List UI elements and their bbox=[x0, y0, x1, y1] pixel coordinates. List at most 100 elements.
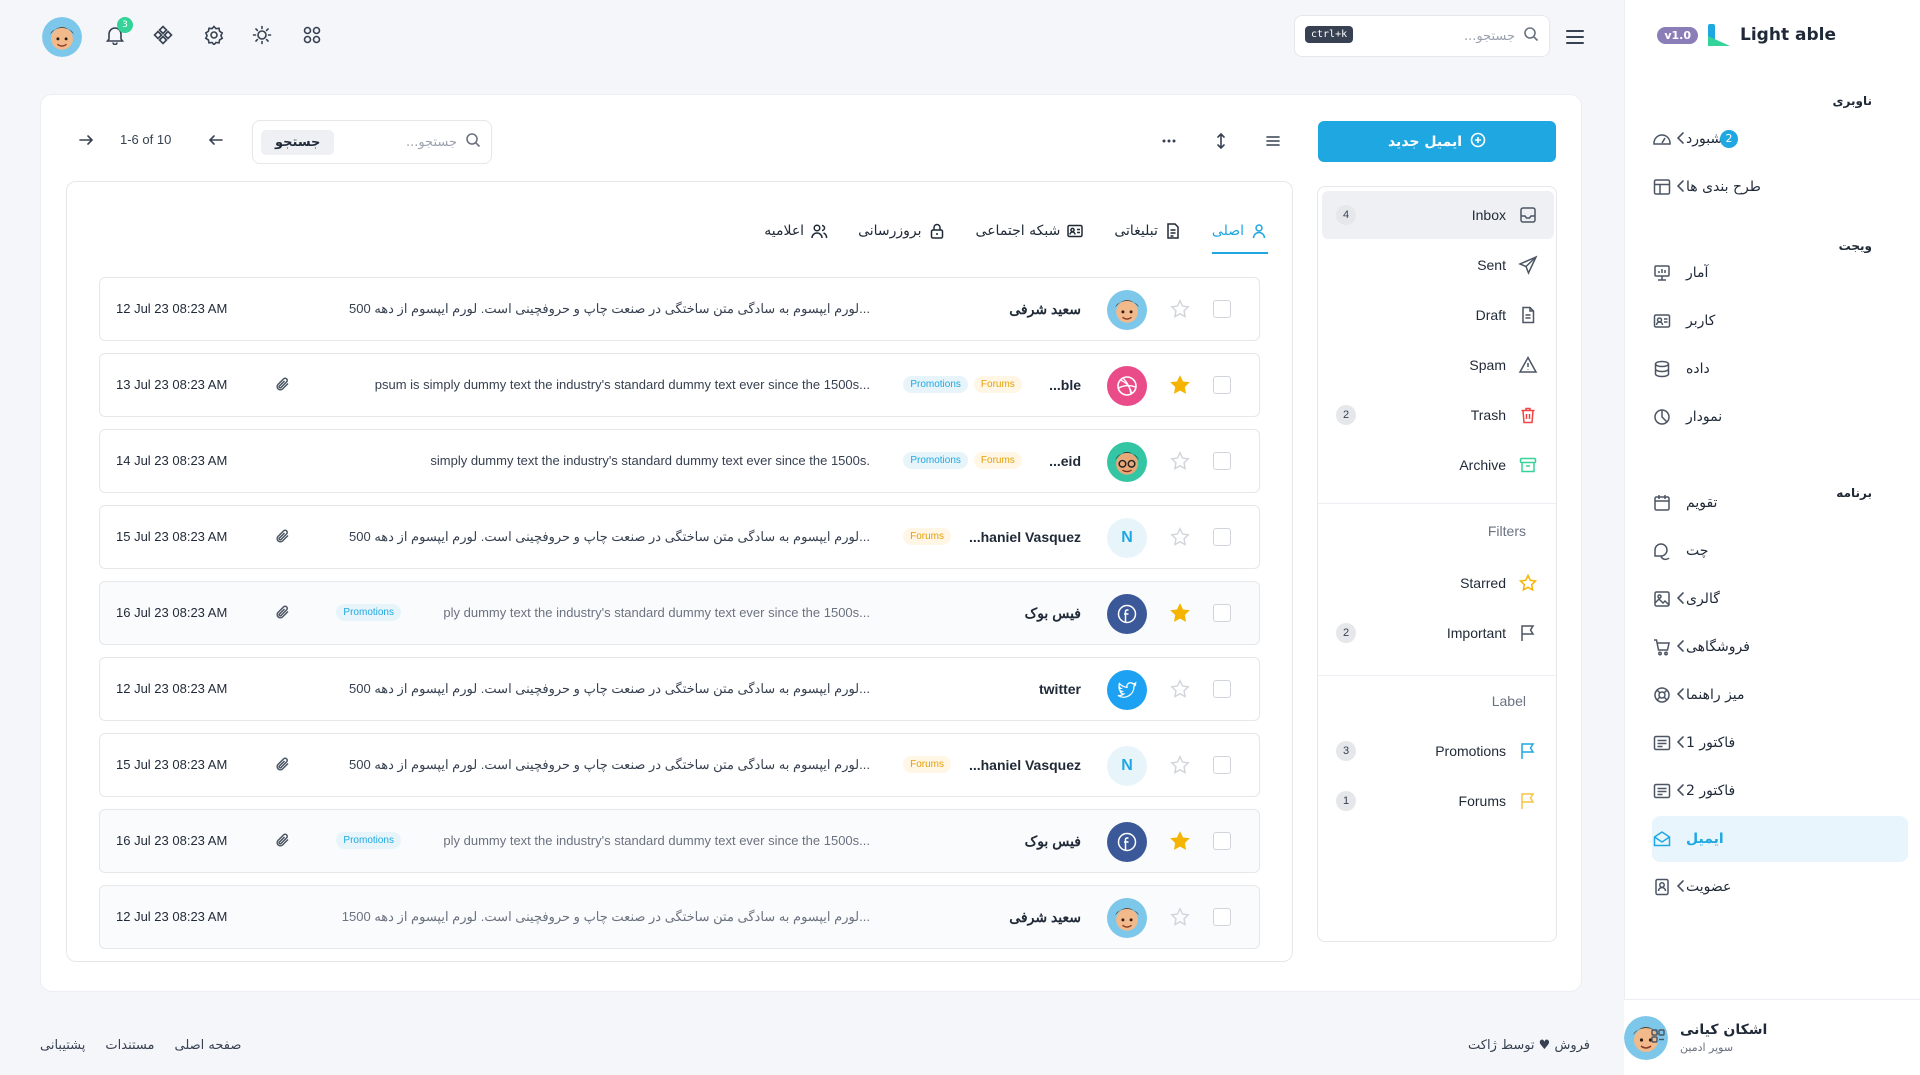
tab-2[interactable]: شبکه اجتماعی bbox=[976, 222, 1085, 254]
row-checkbox[interactable] bbox=[1213, 832, 1231, 850]
mail-search[interactable]: جستجو bbox=[252, 120, 492, 164]
apps-grid-icon[interactable] bbox=[302, 25, 322, 49]
mail-search-button[interactable]: جستجو bbox=[261, 130, 335, 155]
tab-0[interactable]: اصلی bbox=[1211, 222, 1268, 254]
star-filled-icon[interactable] bbox=[1169, 602, 1191, 627]
folder-inbox[interactable]: Inbox 4 bbox=[1322, 191, 1554, 239]
footer-link-support[interactable]: پشتیبانی bbox=[40, 1038, 85, 1053]
mail-row[interactable]: فیس بوک ply dummy text the industry's sta… bbox=[99, 581, 1260, 645]
mail-list-card: اصلی تبلیغاتی شبکه اجتماعی بروزرسانی اعلامیه… bbox=[66, 181, 1293, 962]
star-outline-icon[interactable] bbox=[1169, 298, 1191, 323]
mail-time: 15 Jul 23 08:23 AM bbox=[116, 529, 228, 544]
sidebar-item-chat[interactable]: چت bbox=[1652, 528, 1908, 574]
mail-row[interactable]: سعید شرفی لورم ایپسوم به سادگی متن ساختگی… bbox=[99, 885, 1260, 949]
mail-row[interactable]: فیس بوک ply dummy text the industry's sta… bbox=[99, 809, 1260, 873]
folder-label-promotions[interactable]: Promotions 3 bbox=[1322, 727, 1554, 775]
sidebar-item-invoice[interactable]: فاکتور 1 bbox=[1652, 720, 1908, 766]
sidebar-user[interactable]: اشکان کیانی سوپر ادمین bbox=[1624, 999, 1920, 1075]
global-search[interactable]: ctrl+k bbox=[1294, 15, 1550, 57]
grid-menu-icon[interactable] bbox=[1650, 1028, 1666, 1048]
footer-link-docs[interactable]: مستندات bbox=[105, 1038, 154, 1053]
row-checkbox[interactable] bbox=[1213, 376, 1231, 394]
star-outline-icon[interactable] bbox=[1169, 450, 1191, 475]
star-outline-icon[interactable] bbox=[1169, 678, 1191, 703]
sidebar-item-cart[interactable]: فروشگاهی bbox=[1652, 624, 1908, 670]
star-filled-icon[interactable] bbox=[1169, 374, 1191, 399]
label-tag-forums: Forums bbox=[973, 376, 1022, 393]
chat-icon bbox=[1652, 541, 1672, 561]
folder-starred[interactable]: Starred bbox=[1322, 559, 1554, 607]
sidebar-item-label: آمار bbox=[1686, 265, 1709, 281]
menu-toggle-icon[interactable] bbox=[1565, 28, 1585, 50]
mail-row[interactable]: ble... Promotions Forums psum is simply dum… bbox=[99, 353, 1260, 417]
row-checkbox[interactable] bbox=[1213, 756, 1231, 774]
folder-sent[interactable]: Sent bbox=[1322, 241, 1554, 289]
sidebar-item-statistics[interactable]: آمار bbox=[1652, 250, 1908, 296]
sidebar-item-chart-pie[interactable]: نمودار bbox=[1652, 394, 1908, 440]
profile-avatar[interactable] bbox=[42, 17, 82, 57]
global-search-input[interactable] bbox=[1365, 28, 1515, 44]
next-page-arrow-icon[interactable] bbox=[78, 132, 94, 152]
folder-important[interactable]: Important 2 bbox=[1322, 609, 1554, 657]
mail-time: 12 Jul 23 08:23 AM bbox=[116, 909, 228, 924]
row-checkbox[interactable] bbox=[1213, 452, 1231, 470]
mail-row[interactable]: eid... Promotions Forums simply dummy text … bbox=[99, 429, 1260, 493]
sidebar-item-layout[interactable]: طرح بندی ها bbox=[1652, 164, 1908, 210]
brand[interactable]: v1.0 Light able bbox=[1657, 24, 1836, 46]
star-outline-icon[interactable] bbox=[1169, 906, 1191, 931]
star-outline-icon[interactable] bbox=[1169, 526, 1191, 551]
mail-subject: لورم ایپسوم به سادگی متن ساختگی در صنعت … bbox=[349, 681, 870, 696]
compose-email-button[interactable]: ایمیل جدید bbox=[1318, 121, 1556, 162]
sidebar-item-invoice[interactable]: فاکتور 2 bbox=[1652, 768, 1908, 814]
sidebar-item-calendar[interactable]: تقویم bbox=[1652, 480, 1908, 526]
mail-search-input[interactable] bbox=[357, 134, 457, 150]
components-diamond-icon[interactable] bbox=[153, 25, 173, 49]
row-labels: Forums bbox=[903, 528, 951, 545]
tab-1[interactable]: تبلیغاتی bbox=[1114, 222, 1182, 254]
lock-icon bbox=[928, 222, 946, 240]
mail-row[interactable]: Nhaniel Vasquez... Forums لورم ایپسوم به س… bbox=[99, 733, 1260, 797]
sort-arrows-icon[interactable] bbox=[1212, 132, 1230, 154]
mail-subject: لورم ایپسوم به سادگی متن ساختگی در صنعت … bbox=[349, 529, 870, 544]
settings-gear-icon[interactable] bbox=[204, 25, 224, 49]
mail-row[interactable]: Nhaniel Vasquez... Forums لورم ایپسوم به س… bbox=[99, 505, 1260, 569]
sidebar-item-gallery[interactable]: گالری bbox=[1652, 576, 1908, 622]
sidebar-item-user-card[interactable]: کاربر bbox=[1652, 298, 1908, 344]
attachment-paperclip-icon bbox=[275, 528, 291, 547]
folder-archive[interactable]: Archive bbox=[1322, 441, 1554, 489]
star-outline-icon[interactable] bbox=[1169, 754, 1191, 779]
sidebar-item-helpdesk[interactable]: میز راهنما bbox=[1652, 672, 1908, 718]
mail-row[interactable]: سعید شرفی لورم ایپسوم به سادگی متن ساختگی… bbox=[99, 277, 1260, 341]
star-filled-icon[interactable] bbox=[1169, 830, 1191, 855]
row-checkbox[interactable] bbox=[1213, 528, 1231, 546]
sidebar-item-dashboard[interactable]: داشبورد 2 bbox=[1652, 116, 1908, 162]
sidebar-item-label: فاکتور 2 bbox=[1686, 783, 1736, 799]
row-checkbox[interactable] bbox=[1213, 908, 1231, 926]
folder-label-forums[interactable]: Forums 1 bbox=[1322, 777, 1554, 825]
mail-row[interactable]: twitter لورم ایپسوم به سادگی متن ساختگی د… bbox=[99, 657, 1260, 721]
folder-trash[interactable]: Trash 2 bbox=[1322, 391, 1554, 439]
sender-avatar bbox=[1107, 822, 1147, 862]
sidebar-item-label: فروشگاهی bbox=[1686, 639, 1750, 655]
sidebar-item-email[interactable]: ایمیل bbox=[1652, 816, 1908, 862]
row-checkbox[interactable] bbox=[1213, 300, 1231, 318]
sidebar-item-membership[interactable]: عضویت bbox=[1652, 864, 1908, 910]
row-checkbox[interactable] bbox=[1213, 604, 1231, 622]
tab-3[interactable]: بروزرسانی bbox=[858, 222, 945, 254]
folder-draft[interactable]: Draft bbox=[1322, 291, 1554, 339]
tab-label: اعلامیه bbox=[764, 223, 805, 239]
tab-label: بروزرسانی bbox=[858, 223, 922, 239]
row-checkbox[interactable] bbox=[1213, 680, 1231, 698]
previous-page-arrow-icon[interactable] bbox=[208, 132, 224, 152]
notification-bell-icon[interactable]: 3 bbox=[105, 17, 133, 49]
footer-link-home[interactable]: صفحه اصلی bbox=[175, 1038, 242, 1053]
mail-time: 12 Jul 23 08:23 AM bbox=[116, 301, 228, 316]
list-view-icon[interactable] bbox=[1264, 132, 1282, 154]
theme-sun-icon[interactable] bbox=[252, 25, 272, 49]
tab-4[interactable]: اعلامیه bbox=[764, 222, 828, 254]
sidebar-item-label: ایمیل bbox=[1686, 831, 1724, 847]
sidebar-item-badge: 2 bbox=[1720, 130, 1738, 148]
sidebar-item-database[interactable]: داده bbox=[1652, 346, 1908, 392]
more-options-icon[interactable] bbox=[1160, 132, 1178, 154]
folder-spam[interactable]: Spam bbox=[1322, 341, 1554, 389]
